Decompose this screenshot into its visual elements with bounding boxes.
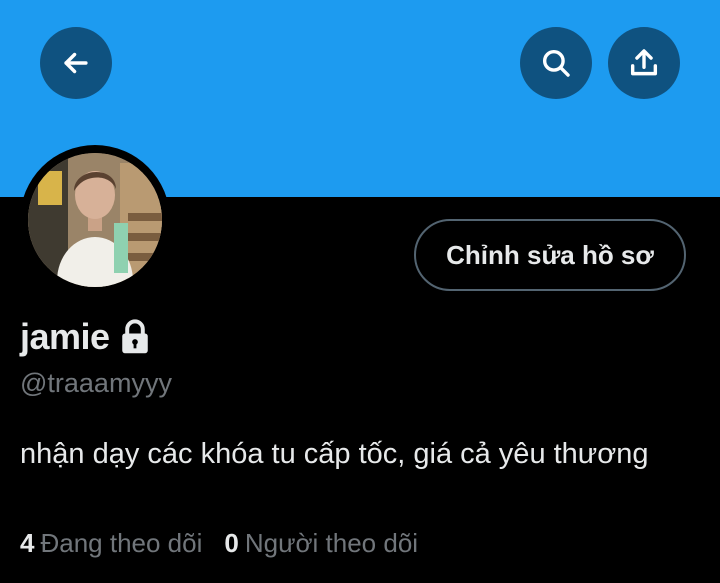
avatar[interactable] [28, 153, 162, 287]
followers-count: 0 [224, 528, 239, 558]
arrow-left-icon [64, 52, 88, 74]
search-button[interactable] [520, 27, 592, 99]
following-count: 4 [20, 528, 35, 558]
profile-bio: nhận dạy các khóa tu cấp tốc, giá cả yêu… [20, 438, 649, 470]
followers-link[interactable]: 0 Người theo dõi [224, 528, 418, 559]
followers-label: Người theo dõi [244, 528, 419, 558]
lock-icon [121, 319, 148, 354]
back-button[interactable] [40, 27, 112, 99]
avatar-photo [28, 153, 162, 287]
share-button[interactable] [608, 27, 680, 99]
profile-stats: 4 Đang theo dõi 0 Người theo dõi [20, 528, 418, 559]
display-name: jamie [20, 316, 110, 357]
user-handle: @traaamyyy [20, 368, 172, 398]
name-row: jamie [20, 316, 152, 358]
following-label: Đang theo dõi [40, 528, 203, 558]
search-icon [542, 49, 570, 77]
following-link[interactable]: 4 Đang theo dõi [20, 528, 202, 559]
edit-profile-button[interactable]: Chỉnh sửa hồ sơ [414, 219, 686, 291]
share-icon [630, 49, 658, 76]
avatar-ring[interactable] [20, 145, 170, 295]
